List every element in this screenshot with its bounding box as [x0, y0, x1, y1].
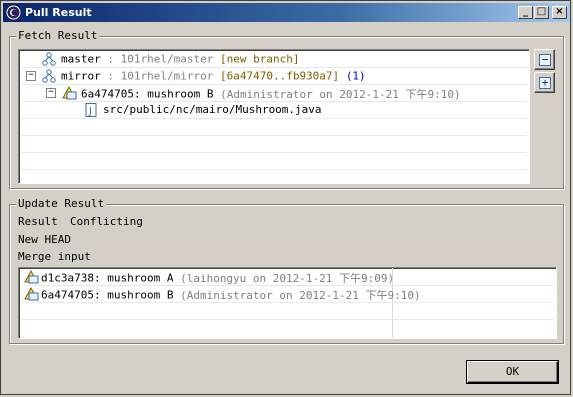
commit-id-message: 6a474705: mushroom B [81, 87, 214, 101]
tree-row-empty [21, 136, 527, 153]
title-bar[interactable]: Pull Result _ □ × [3, 3, 570, 22]
branch-icon [42, 52, 56, 66]
commit-meta: (Administrator on 2012-1-21 下午9:10) [180, 289, 421, 302]
file-path: src/public/nc/mairo/Mushroom.java [103, 103, 322, 116]
tree-row-master[interactable]: master : 101rhel/master [new branch] [21, 51, 527, 68]
tree-row-file[interactable]: J src/public/nc/mairo/Mushroom.java [21, 102, 527, 119]
status-badge: [6a47470..fb930a7] [219, 69, 340, 83]
java-file-icon: J [85, 103, 97, 117]
commit-icon [24, 287, 39, 301]
branch-icon [42, 69, 56, 83]
window-title: Pull Result [25, 6, 92, 19]
update-result-label: Update Result [16, 197, 107, 210]
commit-icon [62, 86, 77, 100]
commit-id-message: 6a474705: mushroom B [41, 288, 174, 302]
merge-input-label: Merge input [18, 250, 91, 263]
eclipse-icon [6, 5, 21, 20]
collapse-toggle-icon[interactable]: − [46, 88, 56, 98]
ref-name: master [61, 52, 101, 66]
collapse-toggle-icon[interactable]: − [26, 71, 36, 81]
result-label: Result [18, 215, 58, 228]
tree-row-empty [21, 119, 527, 136]
fetch-result-label: Fetch Result [16, 29, 100, 42]
expand-all-icon: + [539, 77, 551, 89]
ref-name: mirror [61, 69, 101, 83]
collapse-all-button[interactable]: − [534, 49, 555, 70]
update-result-group: Update Result Result Conflicting New HEA… [9, 197, 564, 344]
maximize-button[interactable]: □ [534, 6, 549, 19]
fetch-result-tree[interactable]: master : 101rhel/master [new branch] − m… [18, 49, 530, 184]
svg-text:J: J [88, 106, 92, 117]
status-badge: [new branch] [219, 52, 300, 66]
commit-meta: (laihongyu on 2012-1-21 下午9:09) [180, 272, 395, 285]
expand-all-button[interactable]: + [534, 72, 555, 93]
ok-button[interactable]: OK [467, 361, 558, 383]
merge-row[interactable]: 6a474705: mushroom B (Administrator on 2… [21, 286, 554, 303]
close-button[interactable]: × [552, 6, 567, 19]
remote-ref: 101rhel/master [120, 52, 214, 66]
merge-row-empty [21, 303, 554, 320]
commit-meta: (Administrator on 2012-1-21 下午9:10) [220, 88, 461, 101]
tree-row-commit[interactable]: − 6a474705: mushroom B (Administrator on… [21, 85, 527, 102]
separator: : [100, 52, 121, 66]
merge-input-list[interactable]: d1c3a738: mushroom A (laihongyu on 2012-… [18, 267, 557, 339]
tree-row-mirror[interactable]: − mirror : 101rhel/mirror [6a47470..fb93… [21, 68, 527, 85]
fetch-result-group: Fetch Result master : 101rhel/master [ne… [9, 29, 564, 189]
tree-row-empty [21, 153, 527, 170]
commit-count: (1) [345, 69, 366, 83]
separator: : [100, 69, 121, 83]
commit-id-message: d1c3a738: mushroom A [41, 271, 174, 285]
commit-icon [24, 270, 39, 284]
merge-row[interactable]: d1c3a738: mushroom A (laihongyu on 2012-… [21, 269, 554, 286]
minimize-button[interactable]: _ [518, 6, 533, 19]
result-value: Conflicting [70, 215, 143, 228]
collapse-all-icon: − [539, 54, 551, 66]
remote-ref: 101rhel/mirror [120, 69, 214, 83]
new-head-label: New HEAD [18, 233, 71, 246]
pull-result-dialog: Pull Result _ □ × Fetch Result master : … [0, 0, 571, 395]
